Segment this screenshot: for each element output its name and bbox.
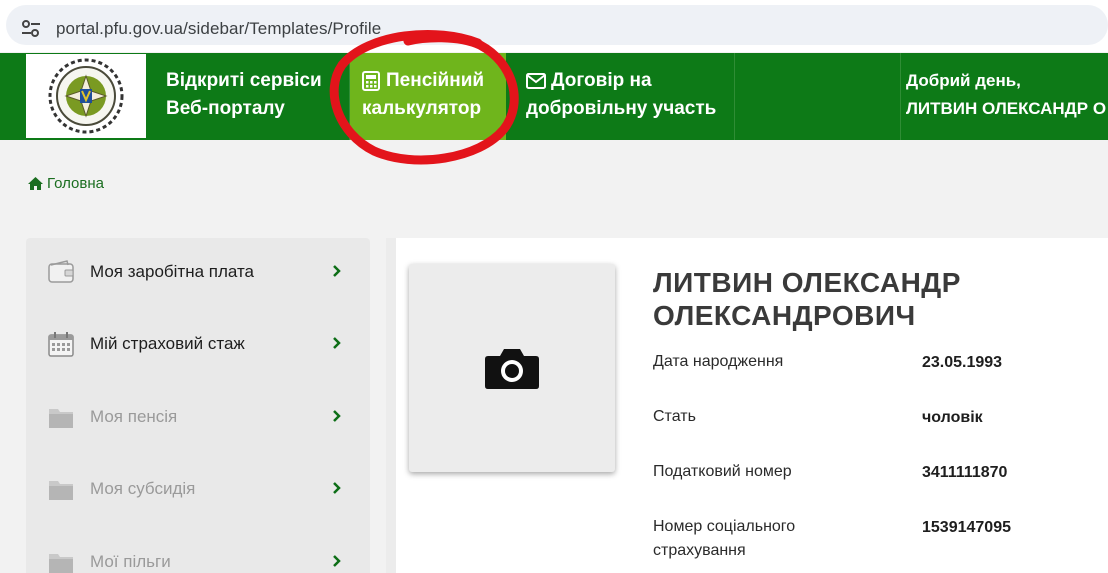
sidebar-item-insurance-experience[interactable]: Мій страховий стаж (48, 329, 348, 359)
birthdate-value: 23.05.1993 (922, 354, 1003, 371)
profile-surname-line: ЛИТВИН ОЛЕКСАНДР (653, 267, 961, 298)
profile-full-name: ЛИТВИН ОЛЕКСАНДР ОЛЕКСАНДРОВИЧ (653, 266, 961, 332)
chevron-right-icon (333, 265, 341, 277)
folder-icon (49, 481, 73, 500)
chevron-right-icon (333, 337, 341, 349)
sidebar-item-label: Мій страховий стаж (90, 334, 245, 353)
nav-divider (734, 53, 735, 140)
chevron-right-icon (333, 482, 341, 494)
sidebar-item-label: Моя заробітна плата (90, 262, 255, 281)
breadcrumb[interactable]: Головна (28, 175, 104, 192)
nav-voluntary-contract-line1: Договір на (551, 70, 652, 91)
site-header: Відкриті сервіси Веб-порталу Пенсійний к… (0, 53, 1108, 140)
greeting-text: Добрий день, (906, 71, 1021, 90)
pfu-logo[interactable] (26, 54, 146, 138)
social-insurance-label: Номер соціального страхування (653, 515, 795, 563)
nav-voluntary-contract[interactable]: Договір на добровільну участь (526, 67, 716, 123)
chevron-right-icon (333, 410, 341, 422)
birthdate-label: Дата народження (653, 353, 784, 370)
red-annotation-circle (329, 30, 519, 165)
tax-number-label: Податковий номер (653, 463, 792, 480)
calendar-icon (48, 332, 74, 357)
url-field[interactable]: portal.pfu.gov.ua/sidebar/Templates/Prof… (6, 5, 1108, 45)
nav-divider (900, 53, 901, 140)
home-icon (28, 177, 43, 190)
sidebar-item-pension[interactable]: Моя пенсія (48, 402, 348, 432)
chevron-right-icon (333, 555, 341, 567)
pfu-emblem-icon (48, 58, 124, 134)
nav-open-services-line1: Відкриті сервіси (166, 70, 322, 91)
sidebar-item-benefits[interactable]: Мої пільги (48, 547, 348, 573)
profile-patronymic-line: ОЛЕКСАНДРОВИЧ (653, 300, 916, 331)
sidebar-item-label: Моя субсидія (90, 479, 196, 498)
tax-number-value: 3411111870 (922, 464, 1008, 481)
sidebar-item-label: Моя пенсія (90, 407, 178, 426)
gender-value: чоловік (922, 409, 983, 426)
nav-open-services[interactable]: Відкриті сервіси Веб-порталу (166, 67, 322, 123)
wallet-icon (48, 260, 74, 283)
profile-card-edge (386, 238, 396, 573)
breadcrumb-home[interactable]: Головна (47, 175, 104, 192)
sidebar-item-salary[interactable]: Моя заробітна плата (48, 257, 348, 287)
profile-photo-placeholder[interactable] (409, 264, 615, 472)
social-insurance-label-line2: страхування (653, 542, 746, 559)
social-insurance-value: 1539147095 (922, 519, 1011, 536)
header-user-name: ЛИТВИН ОЛЕКСАНДР О (906, 99, 1107, 118)
site-settings-icon[interactable] (20, 18, 42, 40)
folder-icon (49, 554, 73, 573)
sidebar-item-label: Мої пільги (90, 552, 171, 571)
nav-open-services-line2: Веб-порталу (166, 98, 285, 119)
user-greeting[interactable]: Добрий день, ЛИТВИН ОЛЕКСАНДР О (906, 67, 1106, 123)
browser-address-bar: portal.pfu.gov.ua/sidebar/Templates/Prof… (0, 0, 1108, 52)
camera-icon (485, 349, 539, 389)
social-insurance-label-line1: Номер соціального (653, 518, 796, 535)
gender-label: Стать (653, 408, 696, 425)
envelope-icon (526, 73, 546, 89)
sidebar-item-subsidy[interactable]: Моя субсидія (48, 474, 348, 504)
sidebar: Моя заробітна плата Мій страховий стаж М… (26, 238, 370, 573)
nav-voluntary-contract-line2: добровільну участь (526, 98, 717, 119)
folder-icon (49, 409, 73, 428)
